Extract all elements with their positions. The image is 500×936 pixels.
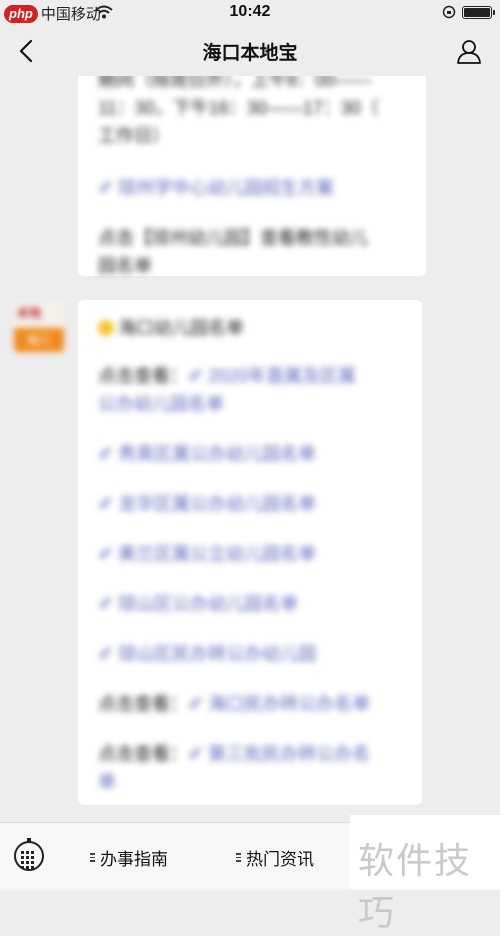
message-bubble[interactable]: 海口幼儿园名单 点击查看：✐ 2020年直属及区属 公办幼儿园名单 ✐ 秀英区属…	[78, 300, 422, 805]
message-text: 园名单	[98, 256, 152, 276]
message-text: 工作日）	[98, 126, 170, 146]
menu-icon	[236, 851, 241, 864]
page-title: 海口本地宝	[202, 43, 298, 64]
rotation-lock-icon	[442, 5, 456, 19]
message-content: 海口幼儿园名单 点击查看：✐ 2020年直属及区属 公办幼儿园名单 ✐ 秀英区属…	[98, 314, 402, 796]
menu-label: 办事指南	[100, 850, 168, 869]
avatar-text: 本地	[17, 306, 42, 320]
message-link[interactable]: ✐ 秀英区属公办幼儿园名单	[98, 440, 402, 468]
message-bubble[interactable]: 期间（除周日外），上午8：00—— 11：30，下午16：30——17：30（ …	[78, 76, 426, 276]
chat-area: 期间（除周日外），上午8：00—— 11：30，下午16：30——17：30（ …	[0, 76, 500, 822]
avatar-text: 海口	[14, 328, 64, 352]
sun-emoji-icon	[98, 320, 114, 336]
message-link[interactable]: ✐ 海口民办转公办名单	[188, 694, 370, 714]
message-link[interactable]: ✐ 2020年直属及区属	[188, 366, 356, 386]
status-right	[442, 5, 495, 19]
menu-guide[interactable]: 办事指南	[90, 845, 168, 870]
message-text: 点击【琼州幼儿园】查看教性幼儿	[98, 228, 368, 248]
watermark: 软件技巧	[358, 841, 473, 934]
message-link[interactable]: ✐ 琼山区民办转公办幼儿园	[98, 640, 402, 668]
profile-icon[interactable]	[456, 38, 482, 64]
clock: 10:42	[229, 3, 271, 20]
keyboard-icon[interactable]	[14, 838, 44, 871]
link-prefix: 点击查看：	[98, 744, 188, 764]
message-link[interactable]: ✐ 第三批民办转公办名	[188, 744, 370, 764]
message-link[interactable]: 单	[98, 768, 402, 796]
nav-bar: 海口本地宝	[0, 26, 500, 76]
message-link[interactable]: 公办幼儿园名单	[98, 390, 402, 418]
message-link[interactable]: ✐ 美兰区属公立幼儿园名单	[98, 540, 402, 568]
message-link[interactable]: ✐ 琼州学中心幼儿园招生方案	[98, 174, 406, 202]
menu-label: 热门资讯	[246, 850, 314, 869]
message-text: 期间（除周日外），上午8：00——	[98, 76, 372, 90]
message-heading: 海口幼儿园名单	[98, 314, 402, 342]
message-content: 期间（除周日外），上午8：00—— 11：30，下午16：30——17：30（ …	[98, 76, 406, 280]
message-link[interactable]: ✐ 龙华区属公办幼儿园名单	[98, 490, 402, 518]
menu-news[interactable]: 热门资讯	[236, 845, 314, 870]
menu-icon	[90, 851, 95, 864]
status-bar: php 中国移动 10:42	[0, 0, 500, 26]
avatar[interactable]: 本地 海口	[14, 302, 64, 352]
message-text: 11：30，下午16：30——17：30（	[98, 98, 379, 118]
battery-icon	[462, 5, 495, 19]
link-prefix: 点击查看：	[98, 694, 188, 714]
message-link[interactable]: ✐ 琼山区公办幼儿园名单	[98, 590, 402, 618]
link-prefix: 点击查看：	[98, 366, 188, 386]
